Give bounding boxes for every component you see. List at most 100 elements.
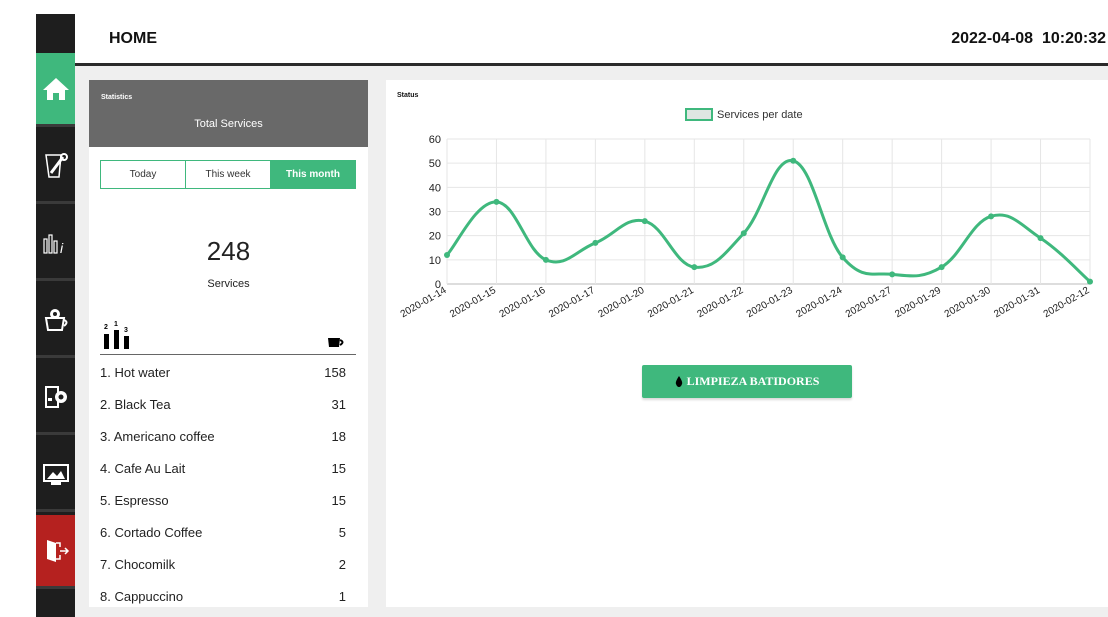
x-tick-label: 2020-01-27 (844, 285, 894, 320)
rank-digit-2: 2 (104, 324, 108, 331)
y-tick-label: 40 (429, 182, 441, 194)
y-tick-label: 20 (429, 231, 441, 243)
statistics-panel: Statistics Total Services Today This wee… (89, 80, 368, 607)
data-point (444, 252, 450, 258)
list-item: 1. Hot water 158 (100, 356, 356, 388)
item-count: 1 (338, 588, 346, 604)
series-points (444, 157, 1093, 285)
sidebar-item-machine-settings[interactable] (36, 361, 75, 435)
item-name: 2. Black Tea (100, 396, 171, 412)
sidebar-item-exit[interactable] (36, 515, 75, 589)
services-line-chart: Services per date 0102030405060 2020-01-… (399, 108, 1093, 320)
x-tick-label: 2020-01-17 (547, 285, 597, 320)
data-point (592, 239, 599, 246)
statistics-title: Total Services (194, 118, 263, 130)
x-tick-label: 2020-02-12 (1042, 285, 1092, 320)
item-name: 3. Americano coffee (100, 428, 215, 444)
y-tick-label: 30 (429, 207, 441, 219)
list-item: 6. Cortado Coffee 5 (100, 516, 356, 548)
sidebar: i (36, 14, 75, 617)
x-tick-label: 2020-01-16 (498, 285, 548, 320)
statistics-label: Statistics (101, 94, 133, 101)
cup-icon (328, 338, 344, 347)
list-item: 3. Americano coffee 18 (100, 420, 356, 452)
stats-info-icon: i (42, 233, 64, 256)
data-point (1037, 235, 1044, 242)
rank-digit-3: 3 (124, 327, 128, 334)
item-name: 6. Cortado Coffee (100, 524, 203, 540)
legend-label: Services per date (717, 109, 803, 121)
y-tick-label: 60 (429, 134, 441, 146)
data-point (938, 264, 945, 271)
x-tick-label: 2020-01-29 (893, 285, 943, 320)
y-tick-label: 10 (429, 255, 441, 267)
status-panel: Status Services per date 0 10 20 30 40 50 60 2… (386, 80, 1108, 607)
item-count: 15 (331, 492, 346, 508)
x-tick-label: 2020-01-23 (745, 285, 795, 320)
item-name: 7. Chocomilk (100, 556, 176, 572)
header: HOME 2022-04-08 10:20:32 (75, 14, 1108, 66)
item-count: 31 (331, 396, 346, 412)
sidebar-item-statistics[interactable]: i (36, 207, 75, 281)
sidebar-item-home[interactable] (36, 53, 75, 127)
total-services-label: Services (207, 278, 250, 290)
limpieza-batidores-button[interactable]: LIMPIEZA BATIDORES (642, 365, 852, 398)
series-line (445, 159, 1091, 283)
monitor-image-icon (42, 463, 69, 485)
x-tick-label: 2020-01-14 (399, 285, 449, 320)
ranking-list: 1. Hot water 158 2. Black Tea 31 3. Americ… (100, 356, 356, 612)
sidebar-item-drink-settings[interactable] (36, 284, 75, 358)
chart-grid (446, 138, 1091, 285)
tab-today[interactable]: Today (101, 161, 186, 188)
drop-icon (675, 376, 682, 387)
x-tick-label: 2020-01-24 (794, 285, 844, 320)
period-tabs: Today This week This month (100, 160, 356, 189)
list-item: 8. Cappuccino 1 (100, 580, 356, 612)
y-axis-ticks: 0102030405060 (429, 134, 441, 291)
data-point (839, 254, 846, 261)
item-name: 4. Cafe Au Lait (100, 460, 186, 476)
sidebar-item-display[interactable] (36, 438, 75, 512)
data-point (542, 256, 549, 263)
x-tick-label: 2020-01-22 (695, 285, 745, 320)
item-name: 5. Espresso (100, 492, 169, 508)
x-tick-label: 2020-01-20 (597, 285, 647, 320)
chart-legend[interactable]: Services per date (685, 108, 803, 121)
x-axis-ticks: 2020-01-14 2020-01-15 2020-01-16 2020-01-17… (399, 285, 1092, 320)
wrench-icon (44, 152, 68, 178)
y-tick-label: 50 (429, 158, 441, 170)
item-name: 8. Cappuccino (100, 588, 184, 604)
tab-this-month[interactable]: This month (271, 161, 355, 188)
svg-text:i: i (60, 240, 64, 256)
data-point (790, 157, 797, 164)
x-tick-label: 2020-01-15 (448, 285, 498, 320)
total-services-count: 248 (206, 236, 251, 266)
list-item: 7. Chocomilk 2 (100, 548, 356, 580)
item-count: 15 (331, 460, 346, 476)
limpieza-batidores-label: LIMPIEZA BATIDORES (686, 374, 820, 388)
x-tick-label: 2020-01-31 (992, 285, 1042, 320)
home-icon (42, 77, 69, 100)
list-item: 5. Espresso 15 (100, 484, 356, 516)
data-point (493, 198, 500, 205)
cup-gear-icon (44, 308, 67, 331)
ranking-podium-icon: 2 1 3 (104, 321, 129, 349)
list-item: 4. Cafe Au Lait 15 (100, 452, 356, 484)
data-point (641, 218, 648, 225)
main-content: Statistics Total Services Today This wee… (75, 66, 1108, 617)
rank-digit-1: 1 (114, 321, 118, 328)
item-count: 158 (324, 364, 346, 380)
data-point (988, 213, 995, 220)
machine-gear-icon (44, 385, 67, 408)
item-count: 18 (331, 428, 346, 444)
item-count: 2 (338, 556, 346, 572)
exit-door-icon (46, 539, 69, 562)
data-point (740, 230, 747, 237)
data-point (889, 271, 896, 278)
list-item: 2. Black Tea 31 (100, 388, 356, 420)
data-point (1087, 278, 1093, 285)
sidebar-item-maintenance[interactable] (36, 130, 75, 204)
tab-this-week[interactable]: This week (186, 161, 271, 188)
item-count: 5 (338, 524, 346, 540)
datetime: 2022-04-08 10:20:32 (951, 30, 1106, 47)
